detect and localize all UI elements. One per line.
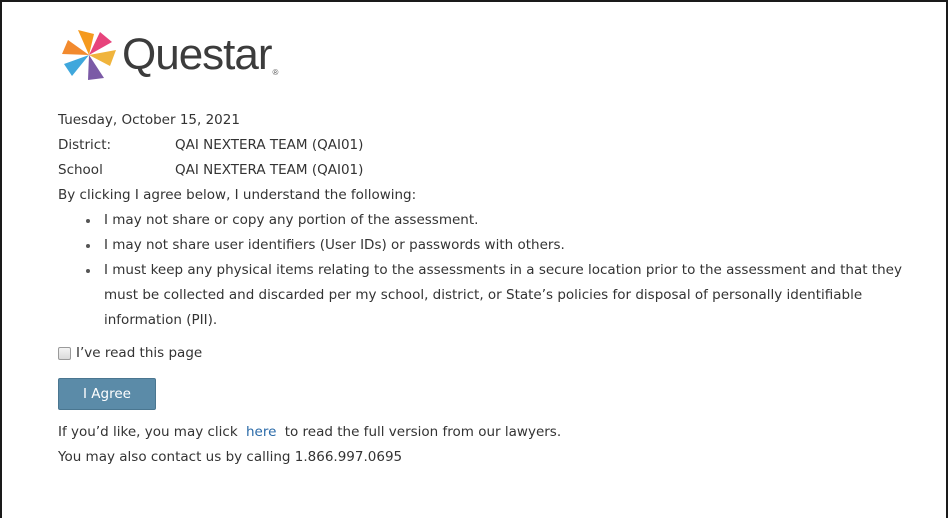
full-version-link[interactable]: here — [246, 424, 276, 440]
term-item: I must keep any physical items relating … — [86, 258, 906, 333]
district-label: District: — [58, 137, 112, 153]
school-value: QAI NEXTERA TEAM (QAI01) — [175, 162, 364, 178]
footer-link-line: If you’d like, you may click here to rea… — [58, 420, 906, 445]
consent-content: Tuesday, October 15, 2021 District: QAI … — [58, 108, 906, 470]
consent-panel: Questar® Tuesday, October 15, 2021 Distr… — [0, 0, 948, 518]
acknowledge-label[interactable]: I’ve read this page — [76, 341, 202, 366]
acknowledge-row[interactable]: I’ve read this page — [58, 341, 906, 366]
school-row: School QAI NEXTERA TEAM (QAI01) — [58, 158, 906, 183]
district-value: QAI NEXTERA TEAM (QAI01) — [175, 137, 364, 153]
questar-logo-icon — [62, 30, 116, 80]
intro-text: By clicking I agree below, I understand … — [58, 187, 417, 203]
questar-logo: Questar® — [58, 26, 278, 84]
acknowledge-checkbox[interactable] — [58, 347, 71, 360]
district-row: District: QAI NEXTERA TEAM (QAI01) — [58, 133, 906, 158]
brand-name: Questar® — [122, 30, 278, 79]
agree-button[interactable]: I Agree — [58, 378, 156, 410]
term-item: I may not share or copy any portion of t… — [86, 208, 906, 233]
date-text: Tuesday, October 15, 2021 — [58, 112, 240, 128]
footer-link-suffix: to read the full version from our lawyer… — [284, 424, 562, 440]
footer-link-prefix: If you’d like, you may click — [58, 424, 238, 440]
contact-text: You may also contact us by calling 1.866… — [58, 449, 403, 465]
term-item: I may not share user identifiers (User I… — [86, 233, 906, 258]
school-label: School — [58, 162, 103, 178]
terms-list: I may not share or copy any portion of t… — [58, 208, 906, 333]
